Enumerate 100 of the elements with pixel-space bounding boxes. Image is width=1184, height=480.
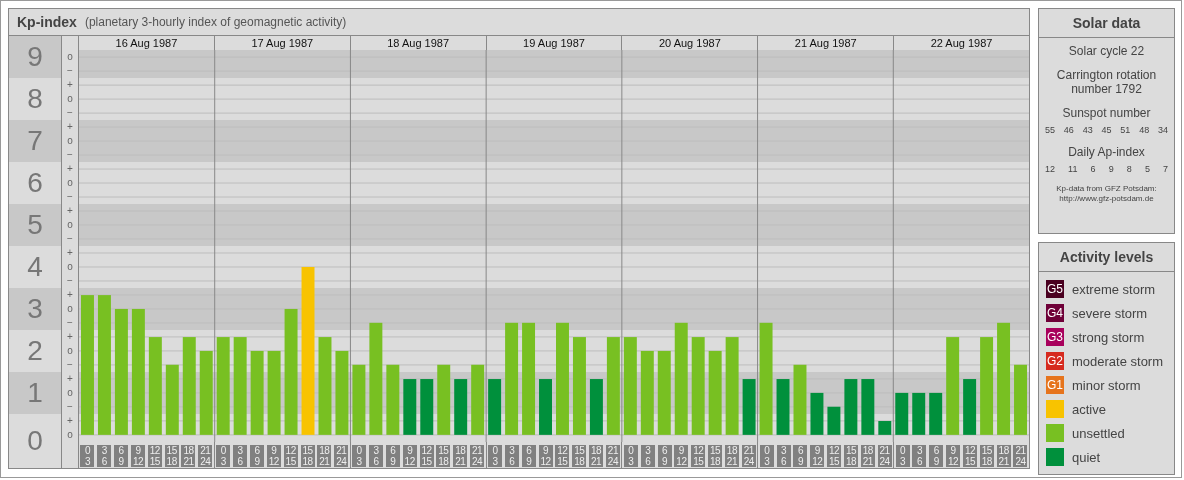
time-slot-label: 6 9 xyxy=(929,445,944,467)
panel-subtitle: (planetary 3-hourly index of geomagnetic activity) xyxy=(84,15,347,29)
time-slot-label: 21 24 xyxy=(605,445,620,467)
storm-badge: G1 xyxy=(1046,376,1064,394)
sub-level-mark: + xyxy=(66,246,74,260)
solar-cycle-text: Solar cycle 22 xyxy=(1068,44,1145,58)
legend-label: strong storm xyxy=(1072,329,1145,345)
time-slot-label: 15 18 xyxy=(572,445,587,467)
time-slot-label: 6 9 xyxy=(521,445,536,467)
time-slot-label: 21 24 xyxy=(334,445,349,467)
sunspot-heading: Sunspot number xyxy=(1062,106,1151,120)
sub-level-mark: o xyxy=(66,260,74,274)
sub-level-mark: − xyxy=(66,148,74,162)
kp-level-label: 2 xyxy=(27,335,43,367)
ap-value: 11 xyxy=(1068,164,1078,174)
time-slot-label: 9 12 xyxy=(538,445,553,467)
sub-level-mark: o xyxy=(66,92,74,106)
kp-level-label: 6 xyxy=(27,167,43,199)
time-slot-label: 9 12 xyxy=(674,445,689,467)
sunspot-value: 43 xyxy=(1082,125,1093,135)
sub-level-mark: − xyxy=(66,190,74,204)
time-slot-label: 9 12 xyxy=(130,445,145,467)
time-slot-label: 12 15 xyxy=(283,445,298,467)
legend-label: unsettled xyxy=(1072,425,1125,441)
time-slot-label: 12 15 xyxy=(962,445,977,467)
time-slot-label: 21 24 xyxy=(877,445,892,467)
time-slot-label: 18 21 xyxy=(996,445,1011,467)
time-slot-label: 15 18 xyxy=(300,445,315,467)
sub-level-mark: − xyxy=(66,274,74,288)
time-slot-label: 0 3 xyxy=(216,445,231,467)
time-slot-label: 6 9 xyxy=(249,445,264,467)
time-slot-label: 3 6 xyxy=(776,445,791,467)
sub-level-mark: − xyxy=(66,316,74,330)
time-slot-label: 18 21 xyxy=(453,445,468,467)
sub-level-mark: − xyxy=(66,232,74,246)
time-slot-label: 12 15 xyxy=(691,445,706,467)
ap-value: 6 xyxy=(1090,164,1096,174)
sub-level-mark: o xyxy=(66,218,74,232)
time-slot-label: 15 18 xyxy=(164,445,179,467)
storm-badge: G2 xyxy=(1046,352,1064,370)
time-slot-label: 3 6 xyxy=(369,445,383,467)
sub-level-mark: + xyxy=(66,120,74,134)
ap-value: 9 xyxy=(1108,164,1114,174)
sub-level-mark: + xyxy=(66,288,74,302)
legend-label: active xyxy=(1072,401,1106,417)
ap-value: 7 xyxy=(1163,164,1168,174)
sunspot-value: 45 xyxy=(1101,125,1112,135)
sub-level-mark: + xyxy=(66,204,74,218)
time-slot-label: 18 21 xyxy=(317,445,332,467)
time-slot-label: 18 21 xyxy=(860,445,875,467)
panel-title: Activity levels xyxy=(1039,243,1174,272)
panel-title: Solar data xyxy=(1039,9,1174,38)
time-slot-label: 9 12 xyxy=(946,445,961,467)
legend-label: severe storm xyxy=(1072,305,1148,321)
sub-level-mark: + xyxy=(66,78,74,92)
time-slot-label: 6 9 xyxy=(114,445,129,467)
time-slot-label: 0 3 xyxy=(488,445,502,467)
sub-level-mark: − xyxy=(66,400,74,414)
legend-label: moderate storm xyxy=(1072,353,1164,369)
sub-level-mark: o xyxy=(66,302,74,316)
sub-level-mark: o xyxy=(66,344,74,358)
kp-level-label: 8 xyxy=(27,83,43,115)
kp-level-label: 0 xyxy=(27,425,43,457)
time-slot-label: 18 21 xyxy=(589,445,604,467)
time-slot-label: 0 3 xyxy=(623,445,638,467)
kp-level-label: 5 xyxy=(27,209,43,241)
time-slot-label: 21 24 xyxy=(1013,445,1028,467)
legend-label: minor storm xyxy=(1072,377,1141,393)
time-slot-label: 12 15 xyxy=(419,445,434,467)
time-slot-label: 15 18 xyxy=(843,445,858,467)
time-slot-label: 15 18 xyxy=(708,445,723,467)
time-slot-label: 21 24 xyxy=(741,445,756,467)
ap-value: 8 xyxy=(1126,164,1132,174)
sub-level-mark: + xyxy=(66,330,74,344)
sunspot-value: 51 xyxy=(1120,125,1131,135)
ap-value: 12 xyxy=(1045,164,1055,174)
time-slot-label: 21 24 xyxy=(198,445,213,467)
ap-value: 5 xyxy=(1144,164,1150,174)
time-slot-label: 18 21 xyxy=(181,445,196,467)
time-slot-label: 9 12 xyxy=(266,445,281,467)
time-slot-label: 6 9 xyxy=(657,445,672,467)
time-slot-label: 18 21 xyxy=(724,445,739,467)
sunspot-value: 48 xyxy=(1139,125,1150,135)
date-label: 16 Aug 1987 xyxy=(114,36,179,50)
time-slot-label: 0 3 xyxy=(80,445,95,467)
sub-level-mark: o xyxy=(66,134,74,148)
time-slot-label: 12 15 xyxy=(827,445,842,467)
sub-level-mark: o xyxy=(66,50,74,64)
kp-level-label: 7 xyxy=(27,125,43,157)
legend-label: extreme storm xyxy=(1072,281,1156,297)
sub-level-mark: − xyxy=(66,106,74,120)
time-slot-label: 9 12 xyxy=(810,445,825,467)
time-slot-label: 21 24 xyxy=(470,445,485,467)
storm-badge: G5 xyxy=(1046,280,1064,298)
source-link[interactable]: http://www.gfz-potsdam.de xyxy=(1059,194,1154,204)
time-slot-label: 3 6 xyxy=(912,445,927,467)
time-slot-label: 0 3 xyxy=(352,445,367,467)
sub-level-mark: o xyxy=(66,386,74,400)
sunspot-value: 46 xyxy=(1063,125,1074,135)
time-slot-label: 6 9 xyxy=(385,445,400,467)
